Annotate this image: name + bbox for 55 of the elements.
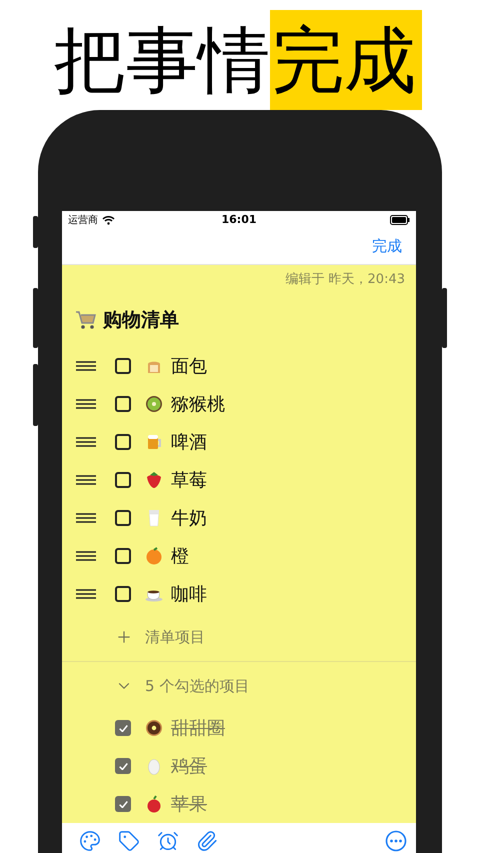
beer-mug-icon [145,433,163,451]
battery-icon [390,214,410,224]
checkbox[interactable] [115,434,131,450]
checkbox[interactable] [115,758,131,774]
palette-icon[interactable] [79,830,101,852]
item-label: 苹果 [171,793,207,816]
drag-handle-icon[interactable] [76,437,96,447]
item-label: 草莓 [171,469,207,492]
checkbox[interactable] [115,548,131,564]
item-label: 啤酒 [171,431,207,454]
item-label: 猕猴桃 [171,393,225,416]
carrier-label: 运营商 [68,214,98,226]
drag-handle-icon[interactable] [76,551,96,561]
tangerine-icon [145,547,163,565]
item-label: 牛奶 [171,507,207,530]
checkbox[interactable] [115,510,131,526]
strawberry-icon [145,471,163,489]
item-label: 鸡蛋 [171,755,207,778]
headline-highlight: 完成 [270,10,422,110]
status-time: 16:01 [222,213,256,226]
apple-icon [145,795,163,813]
shopping-cart-icon [75,310,97,330]
edited-time: 编辑于 昨天，20:43 [284,271,406,289]
donut-icon [145,719,163,737]
drag-handle-icon[interactable] [76,589,96,599]
add-item-placeholder[interactable]: 清单项目 [145,628,205,646]
headline: 把事情 [54,17,270,104]
note-title: 购物清单 [103,308,179,333]
coffee-cup-icon [145,590,163,602]
wifi-icon [102,214,115,224]
checkbox[interactable] [115,720,131,736]
checked-items-toggle[interactable]: 5 个勾选的项目 [145,676,250,696]
checkbox[interactable] [115,358,131,374]
drag-handle-icon[interactable] [76,399,96,409]
item-label: 甜甜圈 [171,717,225,740]
checkmark-icon [118,800,128,808]
checkmark-icon [118,762,128,770]
egg-icon [145,757,163,775]
kiwi-icon [145,395,163,413]
more-icon[interactable] [385,830,407,852]
checkbox[interactable] [115,396,131,412]
checkbox[interactable] [115,796,131,812]
alarm-clock-icon[interactable] [157,830,179,852]
drag-handle-icon[interactable] [76,475,96,485]
drag-handle-icon[interactable] [76,361,96,371]
checkmark-icon [118,724,128,732]
item-label: 橙 [171,545,189,568]
item-label: 咖啡 [171,583,207,606]
drag-handle-icon[interactable] [76,513,96,523]
done-button[interactable]: 完成 [372,236,402,256]
item-label: 面包 [171,355,207,378]
checkbox[interactable] [115,586,131,602]
paperclip-icon[interactable] [196,830,218,852]
checkbox[interactable] [115,472,131,488]
tag-icon[interactable] [118,830,140,852]
